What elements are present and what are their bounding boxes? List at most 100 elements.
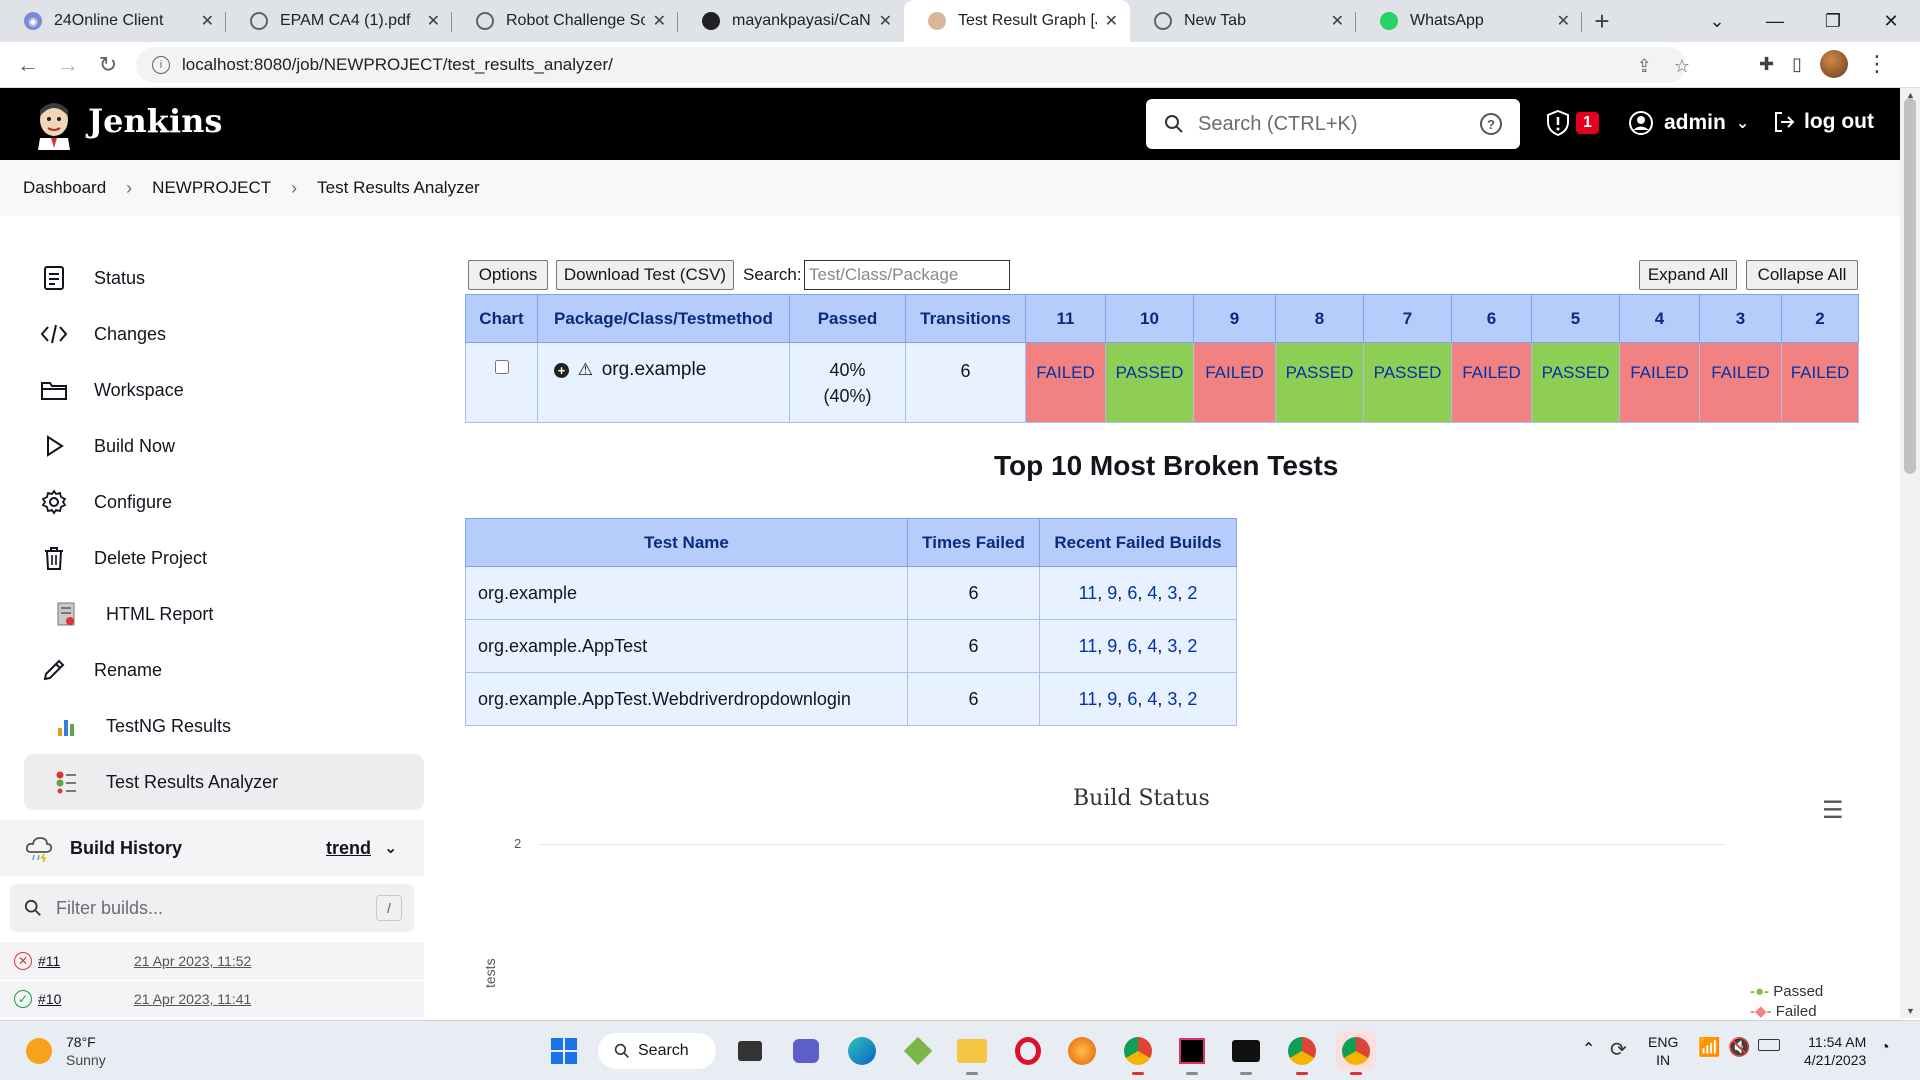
status-cell-passed[interactable]: PASSED	[1531, 342, 1620, 423]
build-link[interactable]: 4	[1147, 583, 1157, 603]
legend-item-failed[interactable]: -◆- Failed	[1750, 1002, 1823, 1022]
status-cell-passed[interactable]: PASSED	[1105, 342, 1194, 423]
build-link[interactable]: 3	[1167, 636, 1177, 656]
close-icon[interactable]: ✕	[1557, 11, 1570, 31]
close-icon[interactable]: ✕	[427, 11, 440, 31]
taskbar-search[interactable]: Search	[598, 1033, 716, 1069]
status-cell-failed[interactable]: FAILED	[1699, 342, 1782, 423]
browser-tab[interactable]: mayankpayasi/CaNew ✕	[678, 0, 904, 42]
browser-tab[interactable]: EPAM CA4 (1).pdf ✕	[226, 0, 452, 42]
weather-widget[interactable]: 78°F Sunny	[26, 1033, 106, 1069]
file-explorer-icon[interactable]	[952, 1031, 992, 1075]
jenkins-title[interactable]: Jenkins	[88, 102, 222, 140]
share-icon[interactable]: ⇪	[1637, 56, 1652, 77]
restore-icon[interactable]: ❐	[1804, 0, 1862, 42]
edge-icon[interactable]	[842, 1031, 882, 1071]
sidebar-item-build-now[interactable]: Build Now	[24, 418, 424, 474]
browser-tab[interactable]: New Tab ✕	[1130, 0, 1356, 42]
build-link[interactable]: 11	[1079, 689, 1098, 709]
browser-tab[interactable]: Robot Challenge Scre ✕	[452, 0, 678, 42]
build-number-link[interactable]: #10	[38, 991, 61, 1007]
chrome-menu-icon[interactable]: ⋮	[1866, 51, 1888, 77]
status-cell-passed[interactable]: PASSED	[1363, 342, 1452, 423]
breadcrumb-current[interactable]: Test Results Analyzer	[317, 178, 480, 198]
bookmark-star-icon[interactable]: ☆	[1674, 56, 1690, 77]
window-close-icon[interactable]: ✕	[1862, 0, 1920, 42]
tab-search-icon[interactable]: ⌄	[1688, 0, 1746, 42]
collapse-all-button[interactable]: Collapse All	[1746, 260, 1858, 290]
expand-plus-icon[interactable]: +	[554, 363, 569, 379]
build-link[interactable]: 9	[1107, 636, 1117, 656]
build-link[interactable]: 9	[1107, 689, 1117, 709]
logout-link[interactable]: log out	[1772, 110, 1874, 134]
back-icon[interactable]: ←	[8, 52, 48, 78]
options-button[interactable]: Options	[468, 260, 548, 290]
intellij-icon[interactable]	[1172, 1031, 1212, 1075]
status-cell-passed[interactable]: PASSED	[1275, 342, 1364, 423]
sidebar-item-html-report[interactable]: HTML Report	[24, 586, 424, 642]
build-link[interactable]: 3	[1167, 583, 1177, 603]
status-cell-failed[interactable]: FAILED	[1451, 342, 1532, 423]
volume-muted-icon[interactable]: 🔇	[1728, 1037, 1750, 1058]
app-diamond-icon[interactable]	[898, 1031, 938, 1071]
sidebar-item-status[interactable]: Status	[24, 250, 424, 306]
build-link[interactable]: 4	[1147, 636, 1157, 656]
build-link[interactable]: 11	[1079, 583, 1098, 603]
build-link[interactable]: 2	[1187, 583, 1197, 603]
sidebar-item-rename[interactable]: Rename	[24, 642, 424, 698]
security-monitor[interactable]: 1	[1546, 110, 1599, 136]
tray-chevron-icon[interactable]: ⌃	[1582, 1039, 1595, 1059]
download-csv-button[interactable]: Download Test (CSV)	[556, 260, 734, 290]
filter-builds-input[interactable]: Filter builds... /	[10, 884, 414, 932]
status-cell-failed[interactable]: FAILED	[1619, 342, 1700, 423]
extensions-icon[interactable]: ✚	[1759, 54, 1774, 75]
sidepanel-icon[interactable]: ▯	[1792, 54, 1802, 75]
sidebar-item-changes[interactable]: Changes	[24, 306, 424, 362]
build-number-link[interactable]: #11	[38, 953, 60, 969]
browser-tab[interactable]: WhatsApp ✕	[1356, 0, 1582, 42]
sidebar-item-test-results-analyzer[interactable]: Test Results Analyzer	[24, 754, 424, 810]
trend-link[interactable]: trend	[326, 838, 371, 859]
scroll-down-icon[interactable]: ▼	[1906, 1006, 1915, 1016]
chevron-down-icon[interactable]: ⌄	[384, 838, 397, 858]
breadcrumb-project[interactable]: NEWPROJECT	[152, 178, 271, 198]
profile-avatar[interactable]	[1820, 50, 1848, 78]
close-icon[interactable]: ✕	[653, 11, 666, 31]
build-row[interactable]: ✕ #11 21 Apr 2023, 11:52	[0, 942, 424, 980]
build-link[interactable]: 9	[1107, 583, 1117, 603]
language-indicator[interactable]: ENG IN	[1648, 1033, 1678, 1069]
build-link[interactable]: 6	[1127, 636, 1137, 656]
chrome-taskbar-icon[interactable]	[1336, 1031, 1376, 1075]
battery-icon[interactable]	[1758, 1039, 1780, 1051]
close-icon[interactable]: ✕	[1331, 11, 1344, 31]
terminal-icon[interactable]	[1226, 1031, 1266, 1075]
chrome-taskbar-icon[interactable]	[1118, 1031, 1158, 1075]
wifi-icon[interactable]: 📶	[1698, 1037, 1720, 1058]
task-view-icon[interactable]	[730, 1031, 770, 1071]
page-scrollbar[interactable]: ▲ ▼	[1900, 88, 1920, 1018]
user-menu[interactable]: admin ⌄	[1628, 110, 1749, 136]
status-cell-failed[interactable]: FAILED	[1193, 342, 1276, 423]
build-date-link[interactable]: 21 Apr 2023, 11:41	[134, 991, 251, 1007]
build-date-link[interactable]: 21 Apr 2023, 11:52	[134, 953, 251, 969]
new-tab-button[interactable]: +	[1582, 0, 1622, 42]
build-link[interactable]: 6	[1127, 689, 1137, 709]
status-cell-failed[interactable]: FAILED	[1025, 342, 1106, 423]
sidebar-item-workspace[interactable]: Workspace	[24, 362, 424, 418]
teams-chat-icon[interactable]	[786, 1031, 826, 1071]
reload-icon[interactable]: ↻	[88, 52, 128, 78]
url-input[interactable]: i localhost:8080/job/NEWPROJECT/test_res…	[136, 47, 1686, 83]
legend-item-passed[interactable]: -●- Passed	[1750, 982, 1823, 1002]
build-link[interactable]: 6	[1127, 583, 1137, 603]
browser-tab-active[interactable]: Test Result Graph [Jen ✕	[904, 0, 1130, 42]
firefox-icon[interactable]	[1062, 1031, 1102, 1071]
chrome-taskbar-icon[interactable]	[1282, 1031, 1322, 1075]
notification-icon[interactable]: ◔	[1880, 1039, 1890, 1057]
build-link[interactable]: 4	[1147, 689, 1157, 709]
build-row[interactable]: ✓ #10 21 Apr 2023, 11:41	[0, 981, 424, 1017]
opera-icon[interactable]	[1008, 1031, 1048, 1071]
jenkins-search-input[interactable]: Search (CTRL+K) ?	[1146, 99, 1520, 149]
close-icon[interactable]: ✕	[879, 11, 892, 31]
browser-tab[interactable]: ◉ 24Online Client ✕	[0, 0, 226, 42]
info-icon[interactable]: i	[152, 56, 170, 74]
